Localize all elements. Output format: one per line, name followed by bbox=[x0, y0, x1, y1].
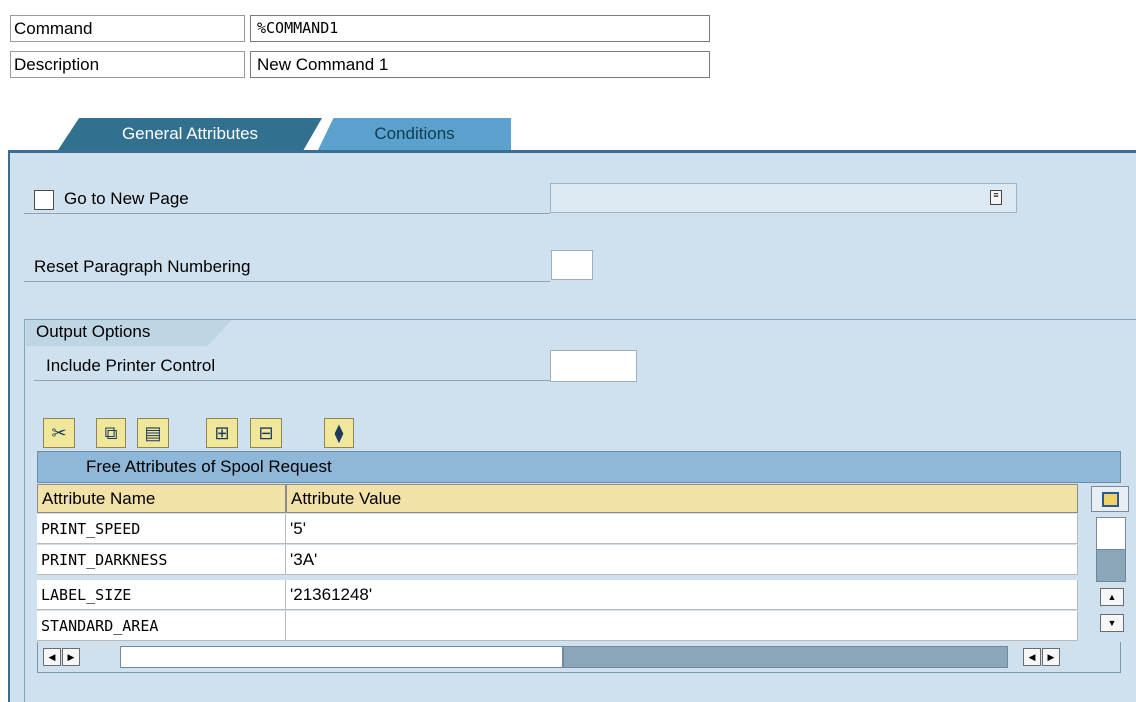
vertical-scrollbar-thumb[interactable] bbox=[1096, 549, 1126, 582]
reset-paragraph-numbering-field[interactable] bbox=[551, 250, 593, 280]
table-row-value[interactable]: '5' bbox=[286, 514, 1078, 544]
tab-conditions[interactable]: Conditions bbox=[318, 118, 511, 150]
command-field[interactable]: %COMMAND1 bbox=[250, 15, 710, 42]
vertical-scrollbar-track-top[interactable] bbox=[1096, 517, 1126, 550]
column-header-attribute-name[interactable]: Attribute Name bbox=[37, 484, 286, 513]
table-row-value[interactable]: '3A' bbox=[286, 545, 1078, 575]
description-label: Description bbox=[10, 51, 245, 78]
description-field[interactable]: New Command 1 bbox=[250, 51, 710, 78]
new-page-select[interactable]: ≡ bbox=[550, 183, 1017, 213]
scroll-left-icon[interactable]: ◀ bbox=[43, 648, 61, 666]
output-options-title: Output Options bbox=[26, 320, 232, 346]
table-row-value[interactable]: '21361248' bbox=[286, 580, 1078, 610]
scroll-right-icon-2[interactable]: ▶ bbox=[1042, 648, 1060, 666]
table-row-name[interactable]: PRINT_DARKNESS bbox=[37, 545, 286, 575]
insert-row-icon[interactable]: ⊞ bbox=[206, 418, 238, 448]
scroll-up-icon[interactable]: ▲ bbox=[1100, 588, 1124, 606]
column-header-attribute-value[interactable]: Attribute Value bbox=[286, 484, 1078, 513]
horizontal-scrollbar-thumb[interactable] bbox=[563, 646, 1008, 668]
details-icon[interactable]: ⧫ bbox=[324, 418, 354, 448]
reset-paragraph-numbering-label: Reset Paragraph Numbering bbox=[24, 257, 550, 282]
include-printer-control-label: Include Printer Control bbox=[34, 356, 550, 381]
table-row-name[interactable]: PRINT_SPEED bbox=[37, 514, 286, 544]
horizontal-scrollbar-track[interactable] bbox=[120, 646, 563, 668]
scroll-left-icon-2[interactable]: ◀ bbox=[1023, 648, 1041, 666]
copy-icon[interactable]: ⧉ bbox=[96, 418, 126, 448]
include-printer-control-field[interactable] bbox=[550, 350, 637, 382]
table-row-name[interactable]: STANDARD_AREA bbox=[37, 611, 286, 641]
dropdown-icon[interactable]: ≡ bbox=[990, 190, 1002, 205]
table-settings-grid bbox=[1102, 492, 1119, 507]
go-to-new-page-label: Go to New Page bbox=[24, 189, 550, 214]
tab-general-attributes[interactable]: General Attributes bbox=[58, 118, 322, 150]
table-row-name[interactable]: LABEL_SIZE bbox=[37, 580, 286, 610]
table-settings-icon[interactable] bbox=[1091, 486, 1129, 512]
command-label: Command bbox=[10, 15, 245, 42]
scroll-right-icon[interactable]: ▶ bbox=[62, 648, 80, 666]
delete-row-icon[interactable]: ⊟ bbox=[250, 418, 282, 448]
scroll-down-icon[interactable]: ▼ bbox=[1100, 614, 1124, 632]
table-title: Free Attributes of Spool Request bbox=[37, 451, 1121, 483]
table-row-value[interactable] bbox=[286, 611, 1078, 641]
cut-icon[interactable]: ✂ bbox=[43, 418, 75, 448]
paste-icon[interactable]: ▤ bbox=[137, 418, 169, 448]
